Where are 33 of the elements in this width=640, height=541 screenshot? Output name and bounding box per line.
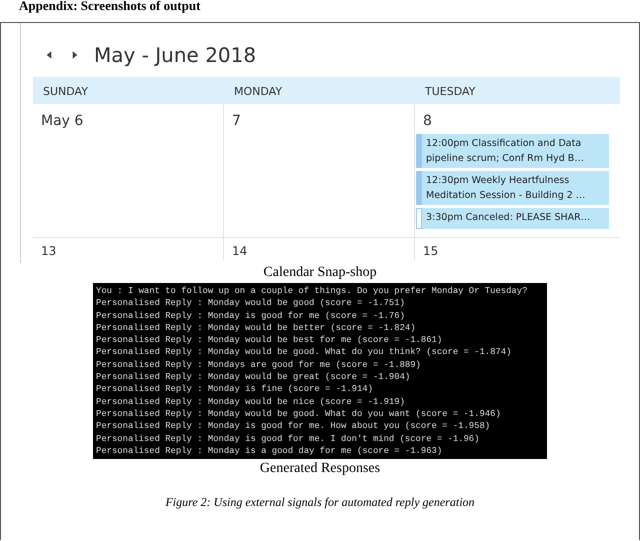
terminal-line: Personalised Reply : Monday would be great (score = -1.904) xyxy=(96,371,412,384)
terminal-line: Personalised Reply : Monday would be better (score = -1.824) xyxy=(96,322,417,334)
calendar-event[interactable]: 12:00pm Classification and Data pipeline scrum; Conf Rm Hyd B… xyxy=(416,134,609,168)
weekday-label: TUESDAY xyxy=(424,84,476,100)
terminal-line: Personalised Reply : Monday is good for me. I don't mind (score = -1.96) xyxy=(96,432,480,445)
figure-caption: Figure 2: Using external signals for automated reply generation xyxy=(164,495,476,510)
terminal-line: Personalised Reply : Monday would be nice (score = -1.919) xyxy=(96,396,406,408)
terminal-line: Personalised Reply : Mondays are good for me (score = -1.889) xyxy=(96,358,422,372)
terminal-line: Personalised Reply : Monday would be good. What do you think? (score = -1.874) xyxy=(96,346,512,359)
calendar-event[interactable]: 12:30pm Weekly Heartfulness Meditation Session - Building 2 … xyxy=(416,171,609,205)
terminal-line: You : I want to follow up on a couple of things. Do you prefer Monday Or Tuesday? xyxy=(96,285,528,298)
day-date: 7 xyxy=(231,112,242,131)
weekday-label: MONDAY xyxy=(233,84,284,100)
terminal-line: Personalised Reply : Monday is a good day for me (score = -1.963) xyxy=(96,444,444,458)
terminal-line: Personalised Reply : Monday would be best for me (score = -1.861) xyxy=(96,334,444,346)
previous-arrow-icon[interactable] xyxy=(46,50,52,60)
terminal-line: Personalised Reply : Monday is good for me. How about you (score = -1.958) xyxy=(96,420,492,433)
terminal-caption: Generated Responses xyxy=(258,461,382,478)
day-date: May 6 xyxy=(40,112,84,131)
weekday-label: SUNDAY xyxy=(42,84,89,100)
terminal-line: Personalised Reply : Monday is fine (score = -1.914) xyxy=(96,383,374,396)
appendix-heading: Appendix: Screenshots of output xyxy=(18,0,202,15)
day-date: 14 xyxy=(231,243,248,258)
calendar-event[interactable]: 3:30pm Canceled: PLEASE SHAR… xyxy=(416,208,609,229)
terminal-line: Personalised Reply : Monday would be good. What do you want (score = -1.946) xyxy=(96,408,502,420)
next-arrow-icon[interactable] xyxy=(72,50,78,60)
calendar-caption: Calendar Snap-shop xyxy=(262,265,378,281)
day-date: 8 xyxy=(422,112,433,131)
calendar-title: May - June 2018 xyxy=(94,43,256,67)
terminal-line: Personalised Reply : Monday is good for me (score = -1.76) xyxy=(96,310,406,322)
day-date: 13 xyxy=(40,243,58,258)
day-date: 15 xyxy=(422,243,440,258)
terminal-line: Personalised Reply : Monday would be good (score = -1.751) xyxy=(96,297,406,310)
